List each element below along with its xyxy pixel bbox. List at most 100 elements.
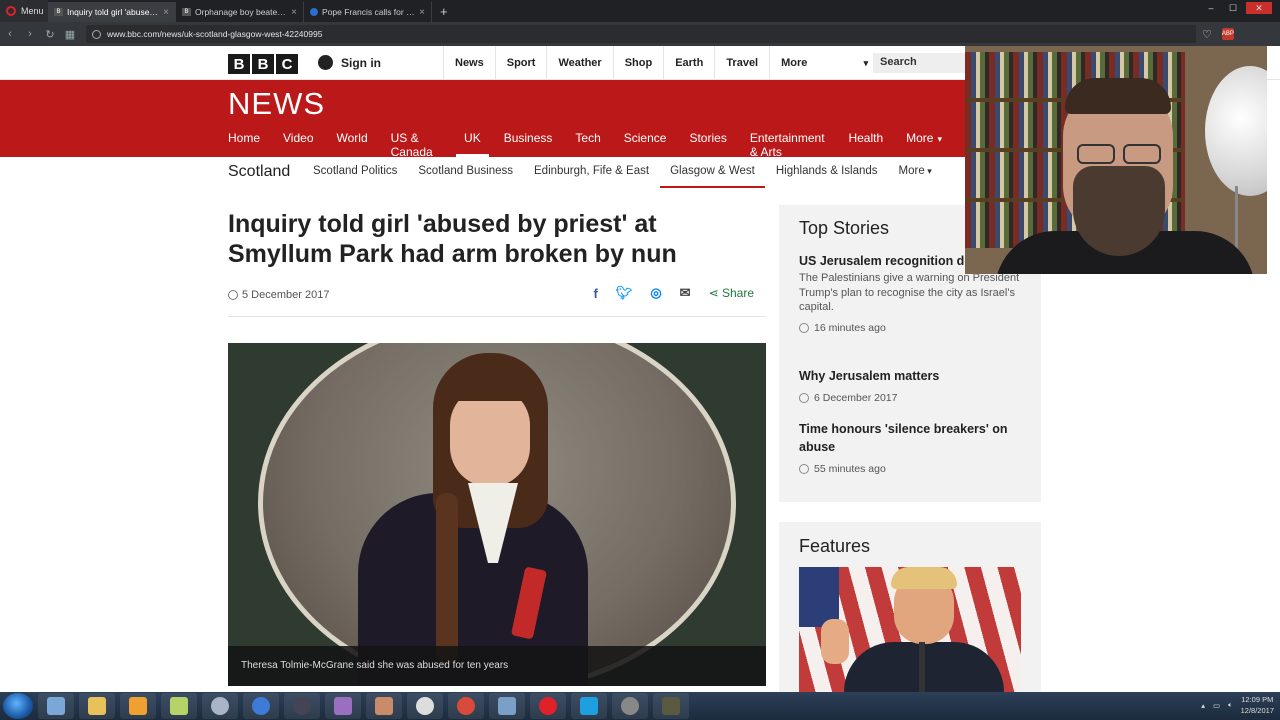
- news-nav: Home Video World US & Canada UK Business…: [228, 131, 965, 159]
- taskbar-app[interactable]: [571, 693, 607, 719]
- twitter-icon[interactable]: 🐦︎: [616, 285, 633, 301]
- share-button[interactable]: ⋖ Share: [709, 286, 754, 300]
- chevron-down-icon: ▾: [863, 57, 869, 68]
- news-nav-video[interactable]: Video: [283, 131, 313, 157]
- editor-icon: [662, 697, 680, 715]
- bbc-favicon-icon: B: [54, 8, 63, 16]
- taskbar-app[interactable]: [407, 693, 443, 719]
- feature-hand: [821, 619, 849, 664]
- browser-tab[interactable]: B Inquiry told girl 'abused b ×: [48, 2, 176, 22]
- minimize-icon[interactable]: –: [1202, 2, 1220, 14]
- global-nav-news[interactable]: News: [443, 46, 495, 80]
- close-window-icon[interactable]: ✕: [1246, 2, 1272, 14]
- global-nav-travel[interactable]: Travel: [714, 46, 769, 80]
- back-icon[interactable]: ‹: [0, 28, 20, 40]
- news-nav-science[interactable]: Science: [624, 131, 667, 157]
- news-nav-tech[interactable]: Tech: [575, 131, 600, 157]
- taskbar-app[interactable]: [448, 693, 484, 719]
- network-icon[interactable]: ▭: [1213, 701, 1220, 710]
- subnav-glasgow-west[interactable]: Glasgow & West: [660, 165, 765, 188]
- top-stories-title: Top Stories: [799, 218, 890, 238]
- top-story-item[interactable]: Why Jerusalem matters 6 December 2017: [799, 367, 1021, 404]
- news-nav-entertainment[interactable]: Entertainment & Arts: [750, 131, 826, 159]
- sign-in-label: Sign in: [341, 55, 381, 70]
- browser-tab-bar: Menu B Inquiry told girl 'abused b × B O…: [0, 0, 1280, 22]
- taskbar-app[interactable]: [489, 693, 525, 719]
- webcam-overlay: [965, 46, 1267, 274]
- presenter-beard: [1073, 166, 1165, 256]
- facebook-icon[interactable]: f: [593, 286, 597, 301]
- news-nav-us-canada[interactable]: US & Canada: [391, 131, 441, 159]
- taskbar-app[interactable]: [284, 693, 320, 719]
- global-nav-sport[interactable]: Sport: [494, 46, 547, 80]
- new-tab-icon[interactable]: +: [440, 4, 448, 19]
- taskbar-app[interactable]: [120, 693, 156, 719]
- speed-dial-icon[interactable]: ▦: [60, 28, 80, 41]
- section-title[interactable]: Scotland: [228, 163, 290, 181]
- news-nav-uk[interactable]: UK: [456, 131, 489, 157]
- global-nav-more[interactable]: More ▾: [769, 46, 879, 80]
- news-wordmark[interactable]: NEWS: [228, 86, 325, 122]
- close-tab-icon[interactable]: ×: [291, 7, 297, 18]
- taskbar-app[interactable]: [653, 693, 689, 719]
- extension-icon[interactable]: ABP: [1221, 28, 1234, 40]
- browser-tab[interactable]: B Orphanage boy beaten af ×: [176, 2, 304, 22]
- email-icon[interactable]: ✉: [680, 285, 691, 301]
- bbc-logo[interactable]: B B C: [228, 54, 298, 74]
- taskbar-clock[interactable]: 12:09 PM 12/8/2017: [1241, 694, 1274, 716]
- story-summary: The Palestinians give a warning on Presi…: [799, 272, 1020, 313]
- news-nav-world[interactable]: World: [337, 131, 368, 157]
- news-nav-business[interactable]: Business: [504, 131, 553, 157]
- tray-arrow-icon[interactable]: ▴: [1201, 701, 1205, 710]
- skype-icon: [580, 697, 598, 715]
- taskbar-app[interactable]: [612, 693, 648, 719]
- game-icon: [334, 697, 352, 715]
- global-nav-more-label: More: [781, 57, 808, 69]
- close-tab-icon[interactable]: ×: [163, 7, 169, 18]
- taskbar-app[interactable]: [530, 693, 566, 719]
- volume-icon[interactable]: 🔈︎: [1228, 700, 1233, 710]
- story-time-text: 6 December 2017: [814, 392, 898, 404]
- taskbar-app[interactable]: [325, 693, 361, 719]
- browser-menu-button[interactable]: Menu: [0, 0, 48, 22]
- features-title: Features: [799, 536, 871, 556]
- taskbar-app[interactable]: [38, 693, 74, 719]
- taskbar-app[interactable]: [202, 693, 238, 719]
- global-nav-shop[interactable]: Shop: [612, 46, 664, 80]
- url-field[interactable]: www.bbc.com/news/uk-scotland-glasgow-wes…: [86, 25, 1196, 43]
- photo-caption: Theresa Tolmie-McGrane said she was abus…: [228, 646, 766, 686]
- browser-tab[interactable]: Pope Francis calls for Lord ×: [304, 2, 432, 22]
- search-input[interactable]: Search: [873, 53, 965, 73]
- window-controls: – ☐ ✕: [1202, 2, 1272, 14]
- bookmark-heart-icon[interactable]: ♡: [1202, 28, 1212, 41]
- taskbar-app[interactable]: [366, 693, 402, 719]
- article-date-text: 5 December 2017: [242, 289, 330, 301]
- messenger-icon[interactable]: ◎: [650, 285, 661, 301]
- feature-image[interactable]: [799, 567, 1021, 692]
- top-story-item[interactable]: Time honours 'silence breakers' on abuse…: [799, 420, 1021, 475]
- close-tab-icon[interactable]: ×: [419, 7, 425, 18]
- subnav-highlands[interactable]: Highlands & Islands: [776, 165, 878, 187]
- sign-in-link[interactable]: Sign in: [318, 55, 381, 70]
- forward-icon[interactable]: ›: [20, 28, 40, 40]
- photo-umbrella: [1205, 66, 1267, 196]
- taskbar-app[interactable]: [79, 693, 115, 719]
- news-nav-health[interactable]: Health: [848, 131, 883, 157]
- news-nav-stories[interactable]: Stories: [689, 131, 726, 157]
- reload-icon[interactable]: ↻: [40, 28, 60, 41]
- maximize-icon[interactable]: ☐: [1224, 2, 1242, 14]
- news-nav-more[interactable]: More: [906, 131, 942, 157]
- global-nav-weather[interactable]: Weather: [546, 46, 612, 80]
- news-nav-home[interactable]: Home: [228, 131, 260, 157]
- subnav-scotland-business[interactable]: Scotland Business: [418, 165, 513, 187]
- story-headline[interactable]: Why Jerusalem matters: [799, 367, 1021, 385]
- subnav-edinburgh[interactable]: Edinburgh, Fife & East: [534, 165, 649, 187]
- taskbar-app[interactable]: [161, 693, 197, 719]
- start-button[interactable]: [3, 693, 33, 719]
- taskbar-app[interactable]: [243, 693, 279, 719]
- story-headline[interactable]: Time honours 'silence breakers' on abuse: [799, 420, 1021, 456]
- subnav-scotland-politics[interactable]: Scotland Politics: [313, 165, 397, 187]
- subnav-more[interactable]: More: [899, 165, 932, 187]
- global-nav-earth[interactable]: Earth: [663, 46, 714, 80]
- news-header: NEWS Home Video World US & Canada UK Bus…: [0, 80, 965, 159]
